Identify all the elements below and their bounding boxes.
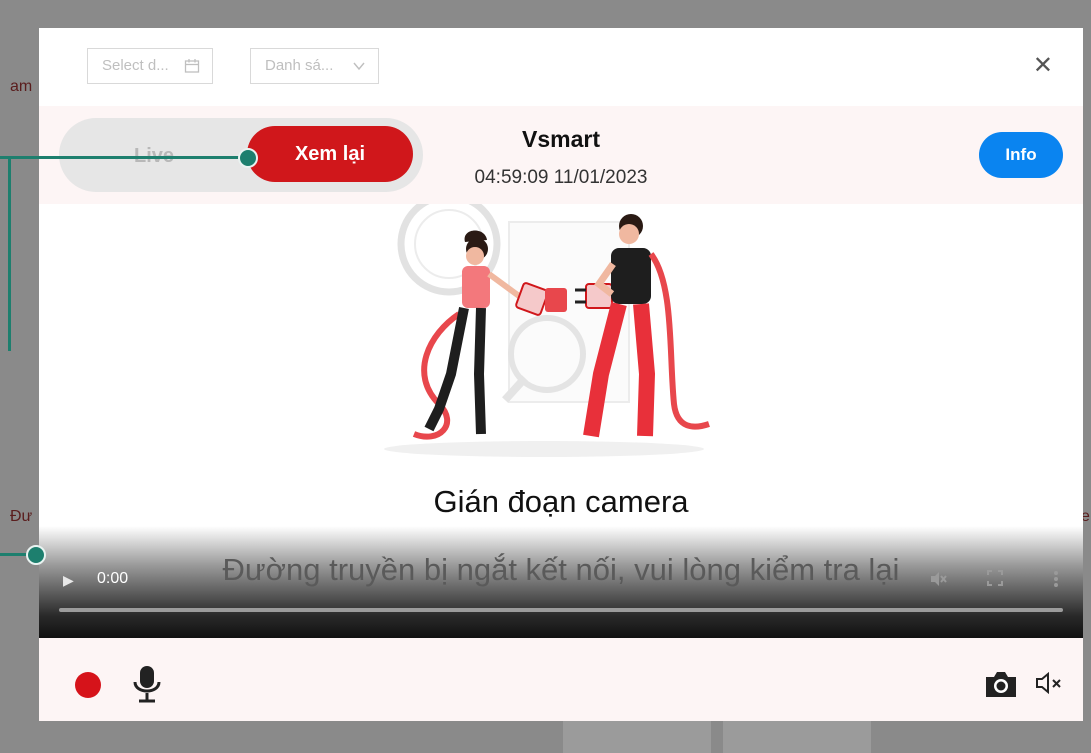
error-title: Gián đoạn camera [433,484,689,519]
more-options-icon[interactable] [1053,570,1059,593]
current-time: 0:00 [97,570,129,587]
camera-icon[interactable] [983,668,1019,705]
callout-dot [26,545,46,565]
disconnected-plug-illustration [384,204,710,457]
background-text-fragment: am [10,78,33,95]
play-icon[interactable]: ▶ [63,572,74,589]
callout-line [8,156,11,351]
date-picker[interactable]: Select d... [87,48,213,84]
background-card [723,721,871,753]
device-list-select[interactable]: Danh sá... [250,48,379,84]
background-card [563,721,711,753]
device-timestamp: 04:59:09 11/01/2023 [474,167,648,188]
error-message: Đường truyền bị ngắt kết nối, vui lòng k… [222,552,900,587]
calendar-icon [184,49,200,83]
info-button[interactable]: Info [979,132,1063,178]
video-player[interactable]: Gián đoạn camera Đường truyền bị ngắt kế… [39,204,1083,638]
modal-toolbar: Select d... Danh sá... ✕ [39,28,1083,106]
callout-dot [238,148,258,168]
close-icon[interactable]: ✕ [1033,52,1053,80]
camera-header: Live Xem lại Vsmart 04:59:09 11/01/2023 … [39,106,1083,204]
background-text-fragment: Đư [10,508,33,525]
camera-footer [39,638,1083,721]
record-dot-icon[interactable] [75,672,101,698]
seek-bar[interactable] [59,608,1063,612]
microphone-icon[interactable] [129,664,165,709]
speaker-muted-icon[interactable] [1035,671,1065,699]
device-list-placeholder: Danh sá... [265,57,334,74]
device-name: Vsmart [522,126,600,152]
volume-muted-icon[interactable] [929,570,947,593]
callout-line [8,156,248,159]
fullscreen-icon[interactable] [987,570,1003,591]
video-controls: Đường truyền bị ngắt kết nối, vui lòng k… [39,526,1083,638]
date-picker-placeholder: Select d... [102,57,169,74]
camera-modal: Select d... Danh sá... ✕ Live Xem lại Vs… [39,28,1083,721]
chevron-down-icon [352,49,366,83]
